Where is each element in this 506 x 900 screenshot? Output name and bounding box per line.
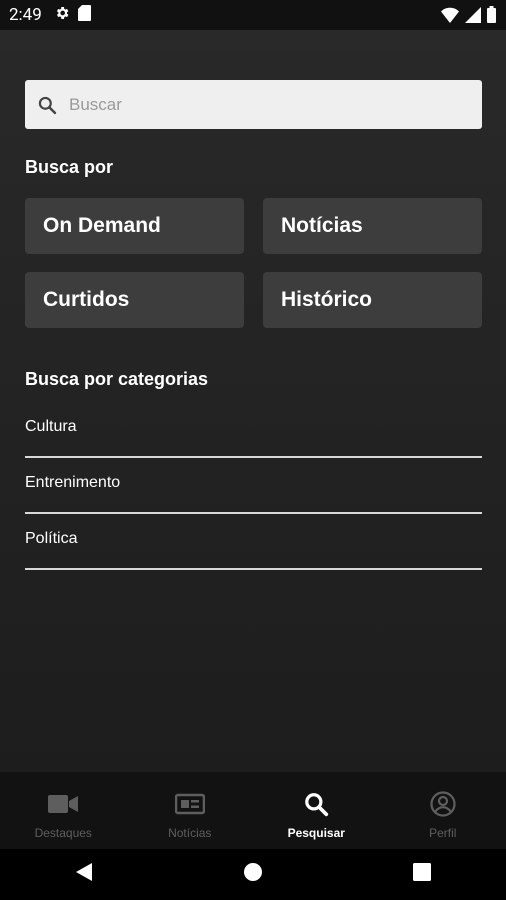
category-item-politica[interactable]: Política bbox=[25, 530, 482, 570]
nav-item-noticias[interactable]: Notícias bbox=[127, 772, 254, 849]
category-item-cultura[interactable]: Cultura bbox=[25, 418, 482, 458]
home-icon[interactable] bbox=[243, 862, 263, 887]
back-icon[interactable] bbox=[75, 862, 93, 887]
status-system-icons bbox=[441, 6, 496, 28]
nav-item-destaques[interactable]: Destaques bbox=[0, 772, 127, 849]
recents-icon[interactable] bbox=[413, 863, 431, 886]
search-screen: Busca por On Demand Notícias Curtidos Hi… bbox=[0, 30, 506, 772]
busca-por-title: Busca por bbox=[25, 157, 114, 177]
status-bar: 2:49 bbox=[0, 0, 506, 30]
tile-noticias[interactable]: Notícias bbox=[263, 198, 482, 254]
tile-curtidos[interactable]: Curtidos bbox=[25, 272, 244, 328]
video-camera-icon bbox=[48, 790, 79, 818]
system-navigation-bar bbox=[0, 849, 506, 900]
search-icon bbox=[303, 790, 329, 818]
search-input[interactable] bbox=[67, 93, 451, 116]
battery-icon bbox=[487, 6, 496, 28]
tile-on-demand[interactable]: On Demand bbox=[25, 198, 244, 254]
status-notification-icons bbox=[54, 4, 91, 26]
nav-label-destaques: Destaques bbox=[34, 826, 92, 840]
newspaper-icon bbox=[174, 790, 205, 818]
nav-label-noticias: Notícias bbox=[168, 826, 212, 840]
bottom-navigation: Destaques Notícias Pesquisar Perfil bbox=[0, 772, 506, 849]
tile-historico[interactable]: Histórico bbox=[263, 272, 482, 328]
categorias-title: Busca por categorias bbox=[25, 369, 209, 389]
category-item-entrenimento[interactable]: Entrenimento bbox=[25, 474, 482, 514]
account-circle-icon bbox=[430, 790, 456, 818]
nav-label-perfil: Perfil bbox=[429, 826, 457, 840]
signal-icon bbox=[465, 6, 481, 28]
search-icon bbox=[37, 95, 57, 115]
search-bar[interactable] bbox=[25, 80, 482, 129]
status-time: 2:49 bbox=[9, 5, 42, 25]
settings-icon bbox=[54, 5, 70, 26]
wifi-icon bbox=[441, 7, 459, 28]
nav-item-perfil[interactable]: Perfil bbox=[380, 772, 506, 849]
sd-card-icon bbox=[77, 4, 91, 26]
nav-label-pesquisar: Pesquisar bbox=[287, 826, 345, 840]
nav-item-pesquisar[interactable]: Pesquisar bbox=[253, 772, 380, 849]
